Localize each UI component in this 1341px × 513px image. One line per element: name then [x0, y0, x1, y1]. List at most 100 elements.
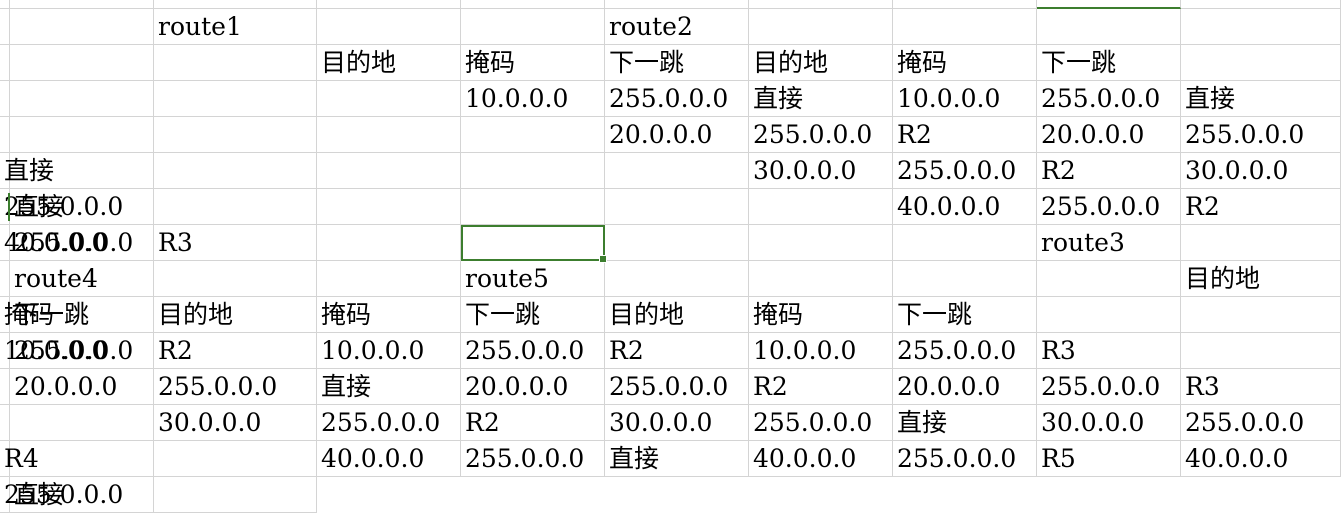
cell-r11-c8[interactable]: 255.0.0.0 [1181, 405, 1341, 441]
row-gutter-7[interactable] [893, 225, 1037, 261]
cell-r7-c6[interactable] [317, 261, 461, 297]
cell-r3-c5[interactable]: 255.0.0.0 [1037, 81, 1181, 117]
cell-r6-extra[interactable] [749, 225, 893, 261]
cell-r6-c6[interactable]: R3 [154, 225, 317, 261]
cell-r5-extra[interactable] [605, 189, 749, 225]
cell-r10-c1[interactable]: 20.0.0.0 [10, 369, 154, 405]
cell-r1-extra[interactable] [10, 45, 154, 81]
cell-r5-c1[interactable]: 30.0.0.0 [749, 153, 893, 189]
cell-r11-c2[interactable]: 255.0.0.0 [317, 405, 461, 441]
cell-r9-c1[interactable]: 10.0.0.0 [0, 333, 107, 369]
cell-r9-c9[interactable]: R3 [1037, 333, 1181, 369]
cell-r2-c1[interactable]: 目的地 [317, 45, 461, 81]
cell-r11-c1[interactable]: 30.0.0.0 [154, 405, 317, 441]
cell-r9-c2[interactable]: 255.0.0.0 [10, 333, 154, 369]
cell-r6-c4[interactable]: 40.0.0.0 [0, 225, 107, 261]
cell-r7-extra[interactable] [893, 261, 1037, 297]
row-gutter-9[interactable] [1181, 297, 1341, 333]
row-gutter-2[interactable] [154, 45, 317, 81]
cell-r8-c7[interactable]: 目的地 [605, 297, 749, 333]
column-header-7[interactable] [893, 0, 1037, 9]
cell-r9-c3[interactable]: R2 [154, 333, 317, 369]
row-gutter-5[interactable] [605, 153, 749, 189]
cell-r5-c4[interactable]: 30.0.0.0 [1181, 153, 1341, 189]
row-gutter-4[interactable] [461, 117, 605, 153]
column-header-2[interactable] [154, 0, 317, 9]
cell-r12-c9[interactable]: 直接 [10, 477, 154, 513]
cell-r6-c3[interactable]: R2 [1181, 189, 1341, 225]
cell-r3-c9[interactable] [154, 117, 317, 153]
cell-r9-c8[interactable]: 255.0.0.0 [893, 333, 1037, 369]
cell-r4-c3[interactable]: R2 [893, 117, 1037, 153]
cell-r5-c3[interactable]: R2 [1037, 153, 1181, 189]
cell-r1-c6[interactable] [893, 9, 1037, 45]
cell-r9-extra[interactable] [1181, 333, 1341, 369]
cell-r11-c3[interactable]: R2 [461, 405, 605, 441]
row-gutter-8[interactable] [1037, 261, 1181, 297]
cell-r12-c8[interactable]: 255.0.0.0 [0, 477, 123, 513]
cell-r5-c2[interactable]: 255.0.0.0 [893, 153, 1037, 189]
cell-r4-c6[interactable]: 直接 [0, 153, 54, 189]
cell-r7-c4[interactable]: route4 [10, 261, 154, 297]
cell-r6-c8[interactable] [461, 225, 607, 263]
cell-r3-c8[interactable] [10, 117, 154, 153]
cell-r11-c9[interactable]: R4 [0, 441, 39, 477]
cell-r7-c8[interactable] [605, 261, 749, 297]
cell-r10-c8[interactable]: 255.0.0.0 [1037, 369, 1181, 405]
column-header-extra[interactable] [0, 9, 10, 45]
cell-r10-c2[interactable]: 255.0.0.0 [154, 369, 317, 405]
cell-r9-c4[interactable]: 10.0.0.0 [317, 333, 461, 369]
cell-r9-c7[interactable]: 10.0.0.0 [749, 333, 893, 369]
cell-r1-c4[interactable]: route2 [605, 9, 749, 45]
cell-r8-c5[interactable]: 掩码 [317, 297, 461, 333]
cell-r7-c9[interactable] [749, 261, 893, 297]
cell-r4-extra[interactable] [461, 153, 605, 189]
cell-r11-c7[interactable]: 30.0.0.0 [1037, 405, 1181, 441]
cell-r1-c3[interactable] [461, 9, 605, 45]
cell-r10-c7[interactable]: 20.0.0.0 [893, 369, 1037, 405]
cell-r7-c5[interactable] [154, 261, 317, 297]
column-header-6[interactable] [749, 0, 893, 9]
cell-r1-c5[interactable] [749, 9, 893, 45]
cell-r11-c5[interactable]: 255.0.0.0 [749, 405, 893, 441]
cell-r8-c1[interactable]: 目的地 [1181, 261, 1341, 297]
column-header-8[interactable] [1037, 0, 1181, 9]
cell-r12-c5[interactable]: 255.0.0.0 [893, 441, 1037, 477]
cell-r10-c5[interactable]: 255.0.0.0 [605, 369, 749, 405]
cell-r9-c6[interactable]: R2 [605, 333, 749, 369]
cell-r9-c5[interactable]: 255.0.0.0 [461, 333, 605, 369]
cell-r2-c9[interactable] [10, 81, 154, 117]
cell-r8-c6[interactable]: 下一跳 [461, 297, 605, 333]
cell-r5-c8[interactable] [317, 189, 461, 225]
cell-r4-c5[interactable]: 255.0.0.0 [1181, 117, 1341, 153]
cell-r10-c6[interactable]: R2 [749, 369, 893, 405]
cell-r8-c4[interactable]: 目的地 [154, 297, 317, 333]
cell-r6-c5[interactable]: 255.0.0.0 [10, 225, 154, 261]
cell-r4-c9[interactable] [317, 153, 461, 189]
cell-r3-c3[interactable]: 直接 [749, 81, 893, 117]
cell-r5-c6[interactable]: 直接 [10, 189, 154, 225]
cell-r3-c6[interactable]: 直接 [1181, 81, 1341, 117]
cell-r4-c4[interactable]: 20.0.0.0 [1037, 117, 1181, 153]
cell-r7-c1[interactable]: route3 [1037, 225, 1181, 261]
cell-r6-c9[interactable] [605, 225, 749, 261]
cell-r7-c7[interactable]: route5 [461, 261, 605, 297]
cell-r8-c9[interactable]: 下一跳 [893, 297, 1037, 333]
column-header-9[interactable] [1181, 0, 1341, 9]
row-gutter-10[interactable] [0, 369, 10, 405]
cell-r3-extra[interactable] [317, 117, 461, 153]
column-header-5[interactable] [605, 0, 749, 9]
cell-r12-c3[interactable]: 直接 [605, 441, 749, 477]
cell-r2-c4[interactable]: 目的地 [749, 45, 893, 81]
cell-r8-c3[interactable]: 下一跳 [10, 297, 154, 333]
cell-r8-extra[interactable] [1037, 297, 1181, 333]
spreadsheet-grid[interactable]: route1 route2 目的地 掩码 下一跳 目的地 掩码 下一跳 10.0.0.0 255.… [0, 0, 1341, 513]
cell-r10-c4[interactable]: 20.0.0.0 [461, 369, 605, 405]
cell-r4-c8[interactable] [154, 153, 317, 189]
cell-r1-c1[interactable]: route1 [154, 9, 317, 45]
cell-r1-c7[interactable] [1037, 9, 1181, 45]
cell-r2-c6[interactable]: 下一跳 [1037, 45, 1181, 81]
cell-r12-c6[interactable]: R5 [1037, 441, 1181, 477]
cell-r12-c7[interactable]: 40.0.0.0 [1181, 441, 1341, 477]
cell-r1-c2[interactable] [317, 9, 461, 45]
